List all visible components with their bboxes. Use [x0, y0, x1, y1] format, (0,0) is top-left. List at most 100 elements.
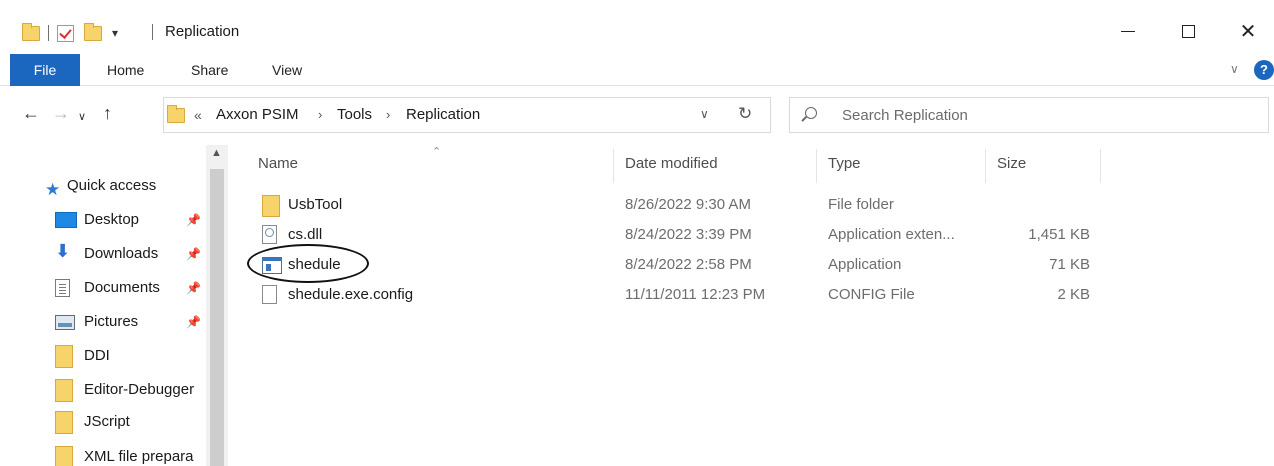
sidebar-item-label: Documents: [84, 279, 160, 296]
navigation-bar: ← → ∨ ↑ « Axxon PSIM › Tools › Replicati…: [0, 94, 1274, 138]
breadcrumb-separator-icon[interactable]: ›: [318, 107, 322, 122]
download-arrow-icon: ⬇: [55, 241, 71, 261]
breadcrumb-tools[interactable]: Tools: [337, 106, 372, 123]
column-divider[interactable]: [613, 149, 614, 183]
file-name: UsbTool: [288, 196, 343, 213]
customize-toolbar-arrow-icon[interactable]: ▾: [112, 26, 118, 40]
sidebar-item-label: Quick access: [67, 177, 157, 194]
sidebar-item-label: DDI: [84, 347, 110, 364]
folder-icon: [262, 195, 280, 217]
minimize-icon: [1121, 30, 1135, 32]
file-date-modified: 8/24/2022 3:39 PM: [625, 226, 752, 243]
file-size: 1,451 KB: [1028, 226, 1090, 243]
application-icon: [262, 257, 282, 274]
column-divider[interactable]: [816, 149, 817, 183]
help-icon[interactable]: ?: [1254, 60, 1274, 80]
address-dropdown-chevron-icon[interactable]: ∨: [700, 107, 709, 121]
refresh-icon[interactable]: ↻: [738, 104, 752, 124]
breadcrumb-replication[interactable]: Replication: [406, 106, 480, 123]
pin-icon[interactable]: 📌: [186, 273, 201, 303]
column-header-name[interactable]: Name: [258, 155, 298, 172]
search-icon: [805, 107, 817, 119]
sidebar-item-xml-file-preparation[interactable]: XML file prepara: [0, 442, 206, 466]
pictures-icon: [55, 315, 75, 330]
column-divider[interactable]: [1100, 149, 1101, 183]
pin-icon[interactable]: 📌: [186, 239, 201, 269]
sidebar-item-jscript[interactable]: JScript: [0, 407, 206, 437]
nav-pane-scrollbar[interactable]: ▲: [206, 145, 228, 466]
maximize-button[interactable]: [1168, 16, 1208, 46]
sidebar-item-label: Editor-Debugger: [84, 381, 195, 398]
column-header-date-modified[interactable]: Date modified: [625, 155, 718, 172]
breadcrumb-overflow[interactable]: «: [194, 107, 202, 123]
up-arrow-icon[interactable]: ↑: [103, 102, 112, 124]
column-header-type[interactable]: Type: [828, 155, 861, 172]
file-type: Application exten...: [828, 226, 955, 243]
toolbar-divider: [48, 25, 49, 41]
scroll-up-arrow-icon[interactable]: ▲: [211, 147, 222, 159]
recent-locations-chevron-icon[interactable]: ∨: [78, 106, 86, 128]
file-date-modified: 8/24/2022 2:58 PM: [625, 256, 752, 273]
column-divider[interactable]: [985, 149, 986, 183]
close-icon: ✕: [1239, 19, 1257, 43]
sidebar-item-downloads[interactable]: ⬇ Downloads 📌: [0, 239, 206, 269]
title-divider: [152, 24, 153, 40]
sidebar-item-label: Pictures: [84, 313, 139, 330]
sidebar-item-label: Desktop: [84, 211, 140, 228]
sort-ascending-icon: ⌃: [432, 146, 442, 158]
title-bar: ▾ Replication ✕: [0, 0, 1274, 54]
file-type: CONFIG File: [828, 286, 915, 303]
folder-icon: [55, 379, 73, 402]
sidebar-item-pictures[interactable]: Pictures 📌: [0, 307, 206, 337]
tab-view[interactable]: View: [272, 54, 302, 86]
sidebar-item-documents[interactable]: Documents 📌: [0, 273, 206, 303]
quick-access-toolbar: ▾: [22, 22, 118, 44]
back-arrow-icon[interactable]: ←: [22, 102, 40, 124]
file-size: 2 KB: [1057, 286, 1090, 303]
minimize-button[interactable]: [1108, 16, 1148, 46]
pin-icon[interactable]: 📌: [186, 307, 201, 337]
tab-share[interactable]: Share: [191, 54, 228, 86]
table-row[interactable]: UsbTool 8/26/2022 9:30 AM File folder: [240, 190, 1140, 220]
file-type: Application: [828, 256, 902, 273]
sidebar-item-label: XML file prepara: [84, 448, 194, 465]
tab-file[interactable]: File: [10, 54, 80, 86]
breadcrumb-axxon-psim[interactable]: Axxon PSIM: [216, 106, 299, 123]
tab-home[interactable]: Home: [107, 54, 144, 86]
search-box[interactable]: [789, 97, 1269, 133]
table-row[interactable]: cs.dll 8/24/2022 3:39 PM Application ext…: [240, 220, 1140, 250]
column-header-size[interactable]: Size: [997, 155, 1026, 172]
sidebar-item-editor-debugger[interactable]: Editor-Debugger: [0, 375, 206, 405]
expand-ribbon-chevron-icon[interactable]: ∨: [1230, 62, 1239, 76]
pin-icon[interactable]: 📌: [186, 205, 201, 235]
file-type: File folder: [828, 196, 894, 213]
table-row[interactable]: shedule 8/24/2022 2:58 PM Application 71…: [240, 250, 1140, 280]
sidebar-item-label: JScript: [84, 413, 130, 430]
file-size: 71 KB: [1049, 256, 1090, 273]
config-file-icon: [262, 285, 277, 304]
folder-icon: [55, 446, 73, 466]
search-input[interactable]: [842, 104, 1242, 126]
folder-icon: [167, 105, 185, 123]
star-icon: ★: [45, 180, 61, 199]
properties-check-icon[interactable]: [57, 24, 74, 42]
file-date-modified: 8/26/2022 9:30 AM: [625, 196, 751, 213]
sidebar-item-desktop[interactable]: Desktop 📌: [0, 205, 206, 235]
sidebar-item-quick-access[interactable]: ★ Quick access: [0, 171, 206, 201]
maximize-icon: [1181, 24, 1195, 38]
scrollbar-thumb[interactable]: [210, 169, 224, 466]
forward-arrow-icon[interactable]: →: [52, 102, 70, 124]
window-title: Replication: [165, 23, 240, 40]
sidebar-item-ddi[interactable]: DDI: [0, 341, 206, 371]
file-date-modified: 11/11/2011 12:23 PM: [625, 286, 766, 303]
breadcrumb-separator-icon[interactable]: ›: [386, 107, 390, 122]
address-bar[interactable]: « Axxon PSIM › Tools › Replication ∨ ↻: [163, 97, 771, 133]
file-name: shedule.exe.config: [288, 286, 414, 303]
folder-icon[interactable]: [22, 22, 40, 41]
table-row[interactable]: shedule.exe.config 11/11/2011 12:23 PM C…: [240, 280, 1140, 310]
new-folder-icon[interactable]: [84, 22, 102, 41]
navigation-pane: ★ Quick access Desktop 📌 ⬇ Downloads 📌 D…: [0, 145, 230, 466]
folder-icon: [55, 411, 73, 434]
close-button[interactable]: ✕: [1228, 16, 1268, 46]
dll-file-icon: [262, 225, 277, 244]
